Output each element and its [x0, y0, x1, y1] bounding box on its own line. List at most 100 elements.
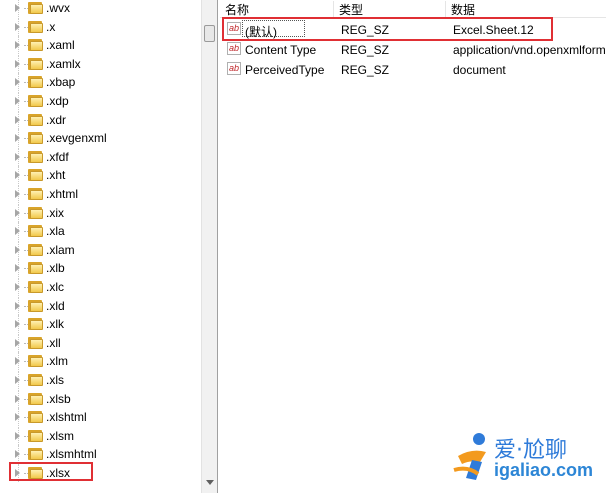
- tree-item-label: .xamlx: [46, 56, 81, 71]
- tree-item-label: .xlc: [46, 280, 64, 294]
- value-type: REG_SZ: [341, 43, 390, 57]
- folder-icon: [28, 429, 44, 442]
- expand-arrow-icon[interactable]: [15, 208, 20, 217]
- runner-logo-icon: [453, 433, 486, 480]
- tree-item-label: .xll: [46, 335, 61, 350]
- expand-arrow-icon[interactable]: [15, 283, 20, 291]
- tree-item-label: .xla: [46, 224, 65, 239]
- tree-item[interactable]: .xhtml: [0, 185, 201, 203]
- tree-item[interactable]: .x: [0, 17, 201, 36]
- tree-item-label: .x: [46, 19, 56, 34]
- tree-item-label: .xfdf: [46, 149, 69, 164]
- expand-arrow-icon[interactable]: [15, 450, 20, 459]
- string-value-icon: ab: [227, 42, 241, 55]
- tree-scrollbar[interactable]: [201, 0, 218, 493]
- expand-arrow-icon[interactable]: [15, 357, 20, 366]
- tree-item[interactable]: .wvx: [0, 0, 201, 17]
- column-header-name[interactable]: 名称: [220, 1, 334, 17]
- folder-icon: [28, 206, 44, 219]
- tree-item-label: .xdr: [46, 112, 67, 127]
- tree-item[interactable]: .xdp: [0, 92, 201, 110]
- folder-icon: [28, 336, 44, 349]
- folder-icon: [28, 75, 44, 89]
- folder-icon: [28, 410, 44, 424]
- tree-item[interactable]: .xlc: [0, 278, 201, 296]
- tree-item[interactable]: .xevgenxml: [0, 129, 201, 148]
- tree-item[interactable]: .xlm: [0, 352, 201, 371]
- tree-item[interactable]: .xlsb: [0, 389, 201, 408]
- expand-arrow-icon[interactable]: [15, 97, 20, 105]
- tree-item[interactable]: .xld: [0, 296, 201, 315]
- expand-arrow-icon[interactable]: [15, 59, 20, 68]
- expand-arrow-icon[interactable]: [15, 134, 20, 143]
- tree-item-label: .xlsmhtml: [46, 447, 97, 462]
- tree-item[interactable]: .xlsm: [0, 426, 201, 445]
- value-row-perceived-type[interactable]: ab PerceivedType REG_SZ document: [220, 60, 606, 80]
- tree-item[interactable]: .xlsmhtml: [0, 445, 201, 464]
- tree-item[interactable]: .xamlx: [0, 54, 201, 73]
- tree-item[interactable]: .xla: [0, 222, 201, 241]
- tree-item[interactable]: .xaml: [0, 36, 201, 55]
- expand-arrow-icon[interactable]: [15, 22, 20, 31]
- folder-icon: [28, 354, 44, 368]
- tree-item-label: .xls: [46, 373, 64, 387]
- expand-arrow-icon[interactable]: [15, 394, 20, 403]
- expand-arrow-icon[interactable]: [15, 264, 20, 273]
- tree-item[interactable]: .xfdf: [0, 147, 201, 166]
- column-header-data[interactable]: 数据: [446, 1, 606, 17]
- tree-item-label: .xdp: [46, 94, 69, 108]
- tree-item[interactable]: .xlam: [0, 240, 201, 259]
- tree-item[interactable]: .xix: [0, 203, 201, 222]
- folder-icon: [28, 243, 44, 256]
- scroll-down-arrow-icon[interactable]: [203, 475, 217, 489]
- tree-item-label: .xevgenxml: [46, 131, 107, 146]
- value-name: Content Type: [245, 43, 317, 57]
- expand-arrow-icon[interactable]: [15, 190, 20, 198]
- expand-arrow-icon[interactable]: [15, 152, 20, 161]
- value-row-content-type[interactable]: ab Content Type REG_SZ application/vnd.o…: [220, 40, 606, 60]
- expand-arrow-icon[interactable]: [15, 245, 20, 254]
- tree-item-label: .xlsb: [46, 391, 71, 406]
- tree-scroll-thumb[interactable]: [204, 25, 215, 42]
- watermark-domain: igaliao.com: [494, 460, 594, 480]
- expand-arrow-icon[interactable]: [15, 338, 20, 347]
- tree-item[interactable]: .xht: [0, 166, 201, 185]
- expand-arrow-icon[interactable]: [15, 431, 20, 440]
- tree-item-label: .xaml: [46, 38, 75, 53]
- expand-arrow-icon[interactable]: [15, 227, 20, 236]
- registry-values-list[interactable]: 名称 类型 数据 ab (默认) REG_SZ Excel.Sheet.12 a…: [220, 0, 606, 493]
- expand-arrow-icon[interactable]: [15, 413, 20, 422]
- tree-item[interactable]: .xbap: [0, 73, 201, 92]
- column-header-type[interactable]: 类型: [334, 1, 446, 17]
- expand-arrow-icon[interactable]: [15, 171, 20, 180]
- folder-icon: [28, 168, 44, 182]
- folder-icon: [28, 373, 44, 386]
- tree-item-label: .xlm: [46, 354, 68, 369]
- folder-icon: [28, 317, 44, 331]
- highlight-box-xlsx: [9, 462, 93, 481]
- folder-icon: [28, 94, 44, 107]
- folder-icon: [28, 113, 44, 126]
- expand-arrow-icon[interactable]: [15, 115, 20, 124]
- registry-key-tree[interactable]: .wvx .x .xaml .xamlx .xbap .xdp .xdr .xevgenxml…: [0, 0, 201, 493]
- tree-item[interactable]: .xlshtml: [0, 408, 201, 427]
- tree-item-label: .xld: [46, 298, 65, 313]
- expand-arrow-icon[interactable]: [15, 301, 20, 310]
- tree-item[interactable]: .xll: [0, 333, 201, 352]
- expand-arrow-icon[interactable]: [15, 4, 20, 12]
- value-data: document: [453, 63, 506, 77]
- value-name: PerceivedType: [245, 63, 325, 77]
- folder-icon: [28, 280, 44, 293]
- tree-item-label: .wvx: [46, 1, 70, 15]
- tree-item[interactable]: .xlk: [0, 315, 201, 334]
- expand-arrow-icon[interactable]: [15, 320, 20, 329]
- tree-item[interactable]: .xls: [0, 371, 201, 389]
- tree-item-label: .xlk: [46, 317, 64, 332]
- tree-item[interactable]: .xlb: [0, 259, 201, 278]
- expand-arrow-icon[interactable]: [15, 78, 20, 87]
- expand-arrow-icon[interactable]: [15, 41, 20, 50]
- expand-arrow-icon[interactable]: [15, 376, 20, 384]
- folder-icon: [28, 38, 44, 52]
- tree-item[interactable]: .xdr: [0, 110, 201, 129]
- string-value-icon: ab: [227, 62, 241, 75]
